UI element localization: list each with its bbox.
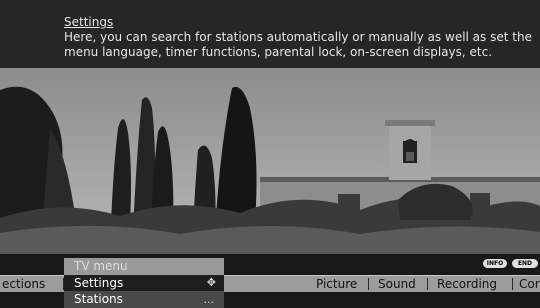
dropdown-item-settings[interactable]: Settings ✥	[64, 275, 224, 291]
menu-item-sound[interactable]: Sound	[378, 276, 424, 292]
dropdown-item-label: Stations	[74, 292, 123, 306]
navigation-arrows-icon: ✥	[206, 276, 216, 289]
dropdown-header-tv-menu[interactable]: TV menu	[64, 258, 224, 275]
background-photo	[0, 68, 540, 254]
menu-item-recording[interactable]: Recording	[437, 276, 511, 292]
info-button[interactable]: INFO	[483, 259, 507, 268]
help-panel: Settings Here, you can search for statio…	[0, 0, 540, 68]
help-text: Here, you can search for stations automa…	[64, 30, 532, 59]
more-ellipsis-icon: ...	[203, 293, 215, 306]
menu-item-picture[interactable]: Picture	[316, 276, 364, 292]
menu-separator	[368, 278, 369, 290]
end-button[interactable]: END	[512, 259, 538, 268]
dropdown-item-label: Settings	[74, 276, 124, 290]
menu-separator	[427, 278, 428, 290]
menu-item-connections[interactable]: ections	[0, 276, 62, 292]
help-title: Settings	[64, 15, 114, 29]
menu-item-connections-right[interactable]: Cor	[519, 276, 540, 292]
dropdown-item-stations[interactable]: Stations ...	[64, 291, 224, 308]
menu-separator	[512, 278, 513, 290]
